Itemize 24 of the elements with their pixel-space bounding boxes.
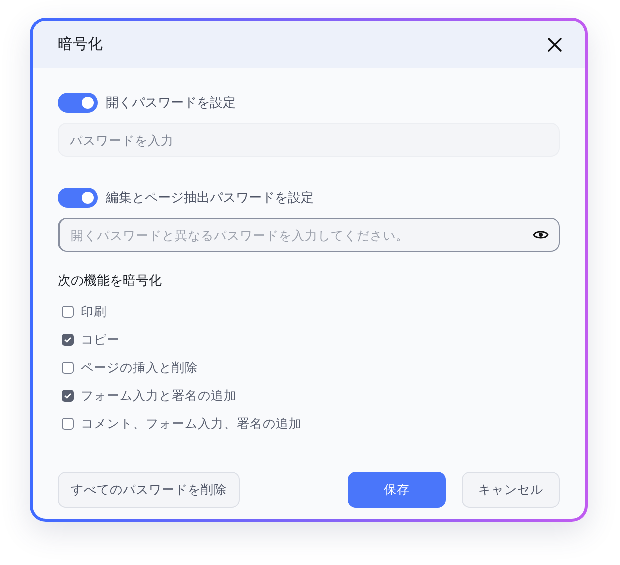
checkbox[interactable] (62, 334, 74, 346)
checkbox[interactable] (62, 390, 74, 402)
section-title: 次の機能を暗号化 (58, 273, 163, 290)
checkbox[interactable] (62, 306, 74, 318)
close-icon (547, 36, 563, 52)
checkbox[interactable] (62, 418, 74, 430)
checkbox-label: ページの挿入と削除 (81, 360, 198, 376)
save-button[interactable]: 保存 (348, 472, 446, 508)
password-field[interactable]: 開くパスワードと異なるパスワードを入力してください。 (58, 218, 560, 252)
toggle-switch[interactable] (58, 188, 98, 208)
delete-passwords-button[interactable]: すべてのパスワードを削除 (58, 472, 240, 508)
cancel-button[interactable]: キャンセル (462, 472, 560, 508)
checkbox[interactable] (62, 362, 74, 374)
checkbox-label: 印刷 (81, 304, 107, 320)
checkbox-label: コメント、フォーム入力、署名の追加 (81, 416, 302, 432)
toggle-label: 開くパスワードを設定 (106, 95, 236, 112)
dialog-title: 暗号化 (58, 35, 103, 54)
eye-icon[interactable] (533, 229, 549, 241)
check-icon (64, 336, 72, 344)
check-icon (64, 392, 72, 400)
checkbox-label: コピー (81, 332, 120, 348)
toggle-label: 編集とページ抽出パスワードを設定 (106, 190, 314, 207)
toggle-switch[interactable] (58, 93, 98, 113)
checkbox-label: フォーム入力と署名の追加 (81, 388, 237, 404)
